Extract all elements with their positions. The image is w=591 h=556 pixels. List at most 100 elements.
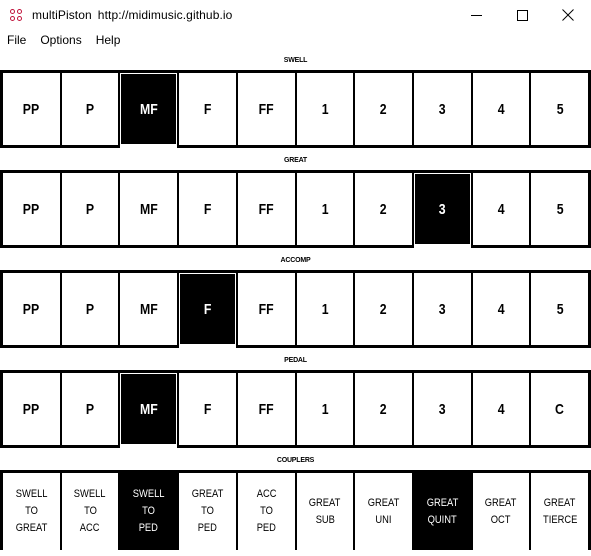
menu-file[interactable]: File [0,30,33,50]
piston-button[interactable]: 3 [413,173,473,248]
piston-label: P [85,100,95,118]
piston-button[interactable]: FF [237,373,297,445]
piston-button[interactable]: 4 [472,373,532,445]
piston-button[interactable]: 4 [472,173,532,245]
piston-button[interactable]: P [61,73,121,145]
coupler-button[interactable]: ACC TO PED [237,473,297,550]
piston-label: 5 [556,200,564,218]
piston-button[interactable]: 3 [413,373,473,445]
coupler-label-line: PED [256,522,276,534]
piston-button[interactable]: P [61,273,121,345]
piston-label: 3 [438,300,446,318]
piston-button[interactable]: F [179,273,238,348]
piston-label: 5 [556,100,564,118]
piston-button[interactable]: PP [3,73,62,145]
menu-help[interactable]: Help [89,30,128,50]
piston-button[interactable]: F [179,73,238,145]
piston-button[interactable]: 1 [296,73,356,145]
piston-label: C [555,400,565,418]
piston-label: 3 [438,400,446,418]
piston-button[interactable]: PP [3,173,62,245]
close-button[interactable] [545,0,591,30]
piston-button[interactable]: P [61,373,121,445]
piston-button[interactable]: 3 [413,273,473,345]
coupler-label-line: QUINT [427,513,457,526]
piston-button[interactable]: FF [237,173,297,245]
piston-label: F [203,100,212,118]
coupler-button[interactable]: GREAT SUB [296,473,356,550]
piston-button[interactable]: MF [120,373,180,448]
menu-bar: File Options Help [0,30,591,50]
piston-label: 2 [380,200,387,218]
coupler-button[interactable]: SWELL TO GREAT [3,473,62,550]
piston-button[interactable]: FF [237,273,297,345]
coupler-button[interactable]: GREAT QUINT [413,473,473,550]
piston-label: FF [258,400,274,418]
coupler-label-line: GREAT [309,496,341,509]
piston-label: MF [139,400,158,418]
piston-button[interactable]: 1 [296,173,356,245]
piston-button[interactable]: 1 [296,273,356,345]
piston-button[interactable]: MF [120,73,180,148]
piston-button[interactable]: 4 [472,273,532,345]
coupler-button[interactable]: GREAT TIERCE [531,473,589,550]
piston-label: PP [23,100,40,118]
coupler-label-line: SWELL [132,488,165,500]
coupler-button[interactable]: GREAT OCT [472,473,532,550]
coupler-label-line: PED [139,522,159,534]
piston-button[interactable]: MF [120,273,180,345]
coupler-label-line: SWELL [74,488,106,500]
couplers-section: COUPLERS SWELL TO GREAT SWELL TO ACC SWELL TO PE… [0,452,591,550]
piston-label: 4 [497,100,505,118]
coupler-label-line: TO [83,505,97,517]
division-label: GREAT [284,157,307,164]
piston-button[interactable]: 3 [413,73,473,145]
app-url: http://midimusic.github.io [97,8,233,22]
piston-button[interactable]: PP [3,273,62,345]
piston-row: PP P MF F FF 1 2 3 4 5 [0,170,591,248]
coupler-label-line: GREAT [543,496,576,509]
minimize-button[interactable] [453,0,499,30]
piston-button[interactable]: 5 [531,173,589,245]
piston-label: 2 [380,100,387,118]
piston-button[interactable]: FF [237,73,297,145]
piston-button[interactable]: 2 [355,373,414,445]
coupler-label-line: TO [259,505,273,517]
piston-button[interactable]: P [61,173,121,245]
piston-label: PP [23,400,40,418]
piston-label: 2 [380,400,387,418]
piston-button[interactable]: F [179,373,238,445]
piston-label: P [85,200,95,218]
piston-button[interactable]: 2 [355,273,414,345]
piston-label: 1 [321,200,329,218]
coupler-button[interactable]: GREAT TO PED [179,473,238,550]
app-icon [8,7,24,23]
piston-button[interactable]: 5 [531,273,589,345]
maximize-button[interactable] [499,0,545,30]
piston-label: PP [23,300,40,318]
piston-button[interactable]: 5 [531,73,589,145]
piston-row: PP P MF F FF 1 2 3 4 5 [0,70,591,148]
coupler-button[interactable]: GREAT UNI [355,473,414,550]
piston-button[interactable]: 1 [296,373,356,445]
coupler-label-line: PED [197,522,218,534]
coupler-button[interactable]: SWELL TO PED [120,473,180,550]
piston-button[interactable]: C [531,373,589,445]
piston-label: 1 [321,100,329,118]
app-name: multiPiston [32,8,92,22]
menu-options[interactable]: Options [33,30,88,50]
piston-label: FF [258,200,274,218]
piston-button[interactable]: 2 [355,73,414,145]
piston-button[interactable]: 2 [355,173,414,245]
division-great: GREAT PP P MF F FF 1 2 3 4 5 [0,152,591,248]
coupler-button[interactable]: SWELL TO ACC [61,473,121,550]
piston-label: MF [139,300,158,318]
couplers-label: COUPLERS [276,457,315,464]
piston-button[interactable]: F [179,173,238,245]
piston-button[interactable]: 4 [472,73,532,145]
piston-label: 3 [438,200,446,218]
piston-button[interactable]: MF [120,173,180,245]
coupler-label-line: TO [201,505,214,517]
coupler-label-line: TIERCE [542,513,577,526]
piston-button[interactable]: PP [3,373,62,445]
